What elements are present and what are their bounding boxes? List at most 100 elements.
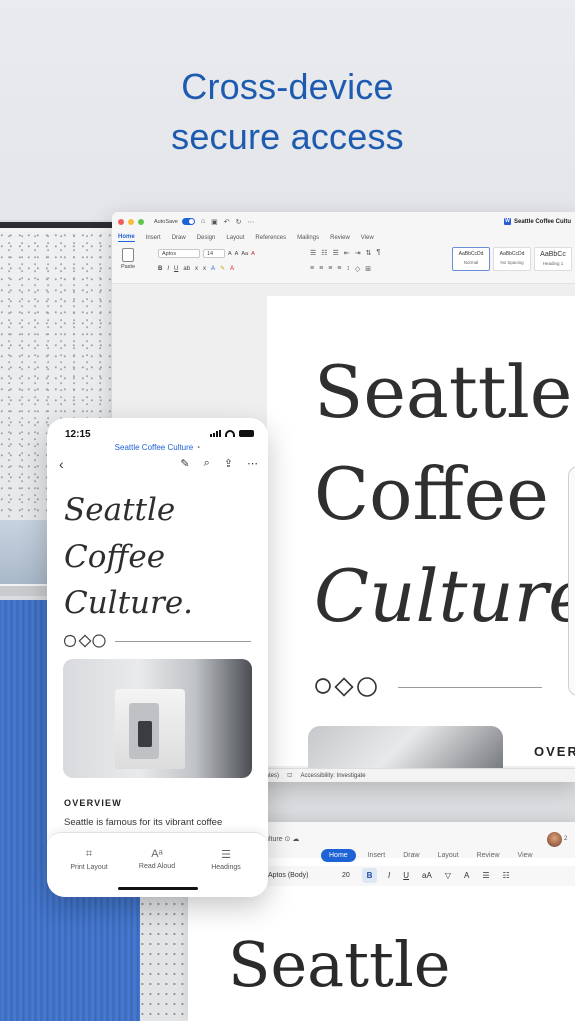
read-aloud-label: Read Aloud bbox=[138, 863, 176, 870]
borders-icon[interactable]: ⊞ bbox=[365, 265, 371, 273]
style-no-spacing[interactable]: AaBbCcDd No Spacing bbox=[493, 247, 531, 271]
subscript-icon[interactable]: x bbox=[195, 266, 198, 272]
tablet-bold-button[interactable]: B bbox=[362, 868, 377, 883]
shading-icon[interactable]: ◇ bbox=[355, 265, 360, 273]
tab-mailings[interactable]: Mailings bbox=[297, 235, 319, 241]
autosave-toggle[interactable] bbox=[181, 218, 195, 225]
sort-icon[interactable]: ⇅ bbox=[366, 249, 372, 257]
collaborator-avatar[interactable] bbox=[547, 832, 562, 847]
align-center-icon[interactable]: ≡ bbox=[319, 265, 323, 273]
tablet-font-size[interactable]: 20 bbox=[342, 872, 350, 879]
headings-button[interactable]: ☰ Headings bbox=[191, 848, 261, 871]
back-chevron-icon[interactable]: ‹ bbox=[59, 456, 64, 472]
phone-divider bbox=[115, 641, 251, 642]
phone-time: 12:15 bbox=[65, 429, 91, 440]
font-name-select[interactable]: Aptos bbox=[158, 249, 200, 258]
phone-coffee-machine-image bbox=[63, 659, 252, 778]
multilevel-list-icon[interactable]: ☰ bbox=[333, 249, 339, 257]
tab-review[interactable]: Review bbox=[330, 235, 350, 241]
tablet-tab-draw[interactable]: Draw bbox=[403, 852, 419, 859]
decrease-indent-icon[interactable]: ⇤ bbox=[344, 249, 350, 257]
desktop-doc-title-text: Seattle Coffee Cultu bbox=[513, 218, 571, 225]
strikethrough-icon[interactable]: ab bbox=[183, 266, 190, 272]
tablet-font-effects-button[interactable]: aA bbox=[422, 871, 432, 880]
edit-pencil-icon[interactable]: ✎ bbox=[180, 457, 189, 470]
tablet-font-name[interactable]: Aptos (Body) bbox=[268, 872, 308, 879]
home-indicator bbox=[118, 887, 198, 890]
phone-overview-label: OVERVIEW bbox=[64, 798, 122, 808]
desktop-heading-line1: Seattle bbox=[314, 350, 573, 434]
undo-icon[interactable]: ↶ bbox=[224, 218, 230, 226]
tab-draw[interactable]: Draw bbox=[172, 235, 186, 241]
line-spacing-icon[interactable]: ↕ bbox=[346, 265, 350, 273]
shrink-font-icon[interactable]: A bbox=[235, 251, 239, 257]
desktop-decorative-shapes bbox=[312, 677, 378, 699]
tab-insert[interactable]: Insert bbox=[146, 235, 161, 241]
increase-indent-icon[interactable]: ⇥ bbox=[355, 249, 361, 257]
saved-status-icon: ⊙ bbox=[284, 836, 291, 843]
redo-icon[interactable]: ↻ bbox=[236, 218, 242, 226]
desktop-divider bbox=[398, 687, 542, 688]
grow-font-icon[interactable]: A bbox=[228, 251, 232, 257]
tablet-highlight-icon[interactable]: ▽ bbox=[445, 871, 451, 880]
change-case-icon[interactable]: Aa bbox=[241, 251, 248, 257]
tablet-tab-home[interactable]: Home bbox=[321, 849, 356, 862]
print-layout-icon: ⌗ bbox=[85, 848, 93, 860]
style-name: Heading 1 bbox=[542, 261, 564, 266]
desktop-side-panel[interactable] bbox=[568, 466, 575, 696]
desktop-overview-label: OVER bbox=[534, 744, 575, 759]
numbering-icon[interactable]: ☷ bbox=[321, 249, 327, 257]
text-effects-icon[interactable]: A bbox=[211, 266, 215, 272]
font-size-select[interactable]: 14 bbox=[203, 249, 225, 258]
more-icon[interactable]: ⋯ bbox=[247, 218, 254, 226]
styles-gallery: AaBbCcDd Normal AaBbCcDd No Spacing AaBb… bbox=[452, 247, 575, 271]
search-icon[interactable]: ⌕ bbox=[204, 457, 210, 470]
justify-icon[interactable]: ≡ bbox=[337, 265, 341, 273]
tablet-italic-button[interactable]: I bbox=[388, 871, 390, 880]
italic-icon[interactable]: I bbox=[167, 266, 169, 272]
phone-actions: ✎ ⌕ ⇪ ⋯ bbox=[180, 457, 258, 470]
align-left-icon[interactable]: ≡ bbox=[310, 265, 314, 273]
phone-decorative-shapes bbox=[63, 634, 109, 650]
font-color-icon[interactable]: A bbox=[230, 266, 234, 272]
read-aloud-button[interactable]: Aᵃ Read Aloud bbox=[122, 848, 192, 870]
home-icon[interactable]: ⌂ bbox=[201, 218, 205, 225]
tab-design[interactable]: Design bbox=[197, 235, 216, 241]
zoom-window-button[interactable] bbox=[138, 218, 144, 225]
headline-line1: Cross-device bbox=[181, 66, 394, 107]
clear-formatting-icon[interactable]: A bbox=[251, 251, 255, 257]
style-normal[interactable]: AaBbCcDd Normal bbox=[452, 247, 490, 271]
tab-view[interactable]: View bbox=[361, 235, 374, 241]
tablet-tab-view[interactable]: View bbox=[518, 852, 533, 859]
show-marks-icon[interactable]: ¶ bbox=[376, 249, 380, 257]
tablet-numbering-icon[interactable]: ☷ bbox=[502, 871, 509, 880]
tablet-font-color-icon[interactable]: A bbox=[464, 871, 469, 880]
desktop-titlebar: AutoSave ⌂ ▣ ↶ ↻ ⋯ W Seattle Coffee Cult… bbox=[112, 212, 575, 231]
share-icon[interactable]: ⇪ bbox=[224, 457, 233, 470]
accessibility-status[interactable]: Accessibility: Investigate bbox=[301, 773, 366, 779]
save-icon[interactable]: ▣ bbox=[211, 218, 218, 226]
tablet-tab-insert[interactable]: Insert bbox=[368, 852, 386, 859]
align-right-icon[interactable]: ≡ bbox=[328, 265, 332, 273]
more-icon[interactable]: ⋯ bbox=[247, 457, 258, 470]
paste-button[interactable]: Paste bbox=[118, 248, 138, 270]
tablet-tab-review[interactable]: Review bbox=[477, 852, 500, 859]
tablet-underline-button[interactable]: U bbox=[403, 871, 409, 880]
print-layout-button[interactable]: ⌗ Print Layout bbox=[54, 848, 124, 871]
bullets-icon[interactable]: ☰ bbox=[310, 249, 316, 257]
superscript-icon[interactable]: x bbox=[203, 266, 206, 272]
tablet-bullets-icon[interactable]: ☰ bbox=[482, 871, 489, 880]
close-window-button[interactable] bbox=[118, 218, 124, 225]
highlight-icon[interactable]: ✎ bbox=[220, 265, 225, 272]
tab-home[interactable]: Home bbox=[118, 234, 135, 242]
tab-layout[interactable]: Layout bbox=[226, 235, 244, 241]
bold-icon[interactable]: B bbox=[158, 266, 162, 272]
battery-icon bbox=[239, 430, 254, 437]
minimize-window-button[interactable] bbox=[128, 218, 134, 225]
tablet-tab-layout[interactable]: Layout bbox=[438, 852, 459, 859]
underline-icon[interactable]: U bbox=[174, 266, 178, 272]
tab-references[interactable]: References bbox=[255, 235, 286, 241]
phone-doc-title[interactable]: Seattle Coffee Culture ◔ bbox=[47, 443, 268, 452]
collaborator-count: 2 bbox=[564, 836, 568, 842]
style-heading-1[interactable]: AaBbCc Heading 1 bbox=[534, 247, 572, 271]
